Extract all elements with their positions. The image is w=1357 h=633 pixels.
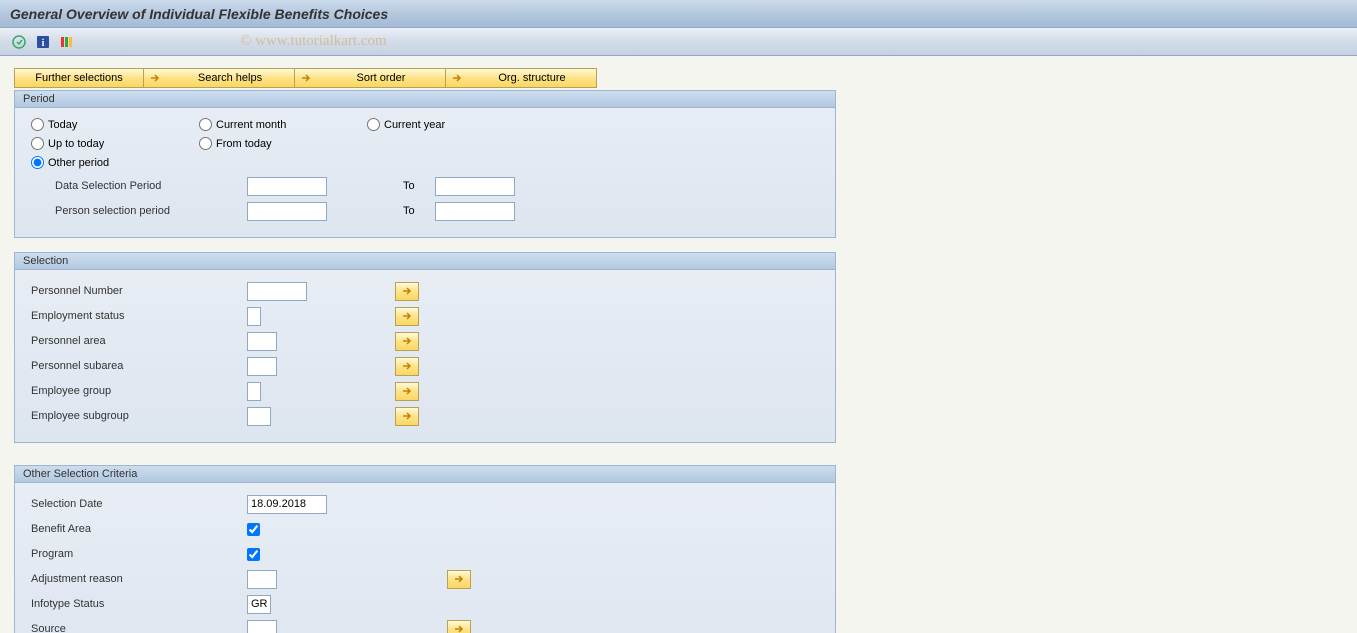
radio-current-year-label: Current year (384, 119, 445, 131)
arrow-right-icon (295, 73, 317, 83)
selection-date-label: Selection Date (27, 498, 247, 510)
radio-current-month[interactable]: Current month (195, 118, 363, 131)
search-helps-button[interactable]: Search helps (144, 68, 295, 88)
further-selections-button[interactable]: Further selections (14, 68, 144, 88)
arrow-right-icon (144, 73, 166, 83)
radio-from-today-label: From today (216, 138, 272, 150)
to-label-2: To (397, 205, 435, 217)
page-title: General Overview of Individual Flexible … (10, 6, 388, 22)
program-checkbox[interactable] (247, 548, 260, 561)
svg-text:i: i (42, 38, 45, 49)
adjustment-reason-multiple-button[interactable] (447, 570, 471, 589)
radio-other-period[interactable]: Other period (27, 156, 195, 169)
employee-group-multiple-button[interactable] (395, 382, 419, 401)
other-criteria-group: Other Selection Criteria Selection Date … (14, 465, 836, 633)
radio-current-month-label: Current month (216, 119, 286, 131)
selections-row: Further selections Search helps Sort ord… (14, 68, 1349, 88)
org-structure-button[interactable]: Org. structure (446, 68, 597, 88)
personnel-area-input[interactable] (247, 332, 277, 351)
radio-other-period-input[interactable] (31, 156, 44, 169)
personnel-number-multiple-button[interactable] (395, 282, 419, 301)
bars-icon[interactable] (58, 33, 76, 51)
employee-subgroup-label: Employee subgroup (27, 410, 247, 422)
source-label: Source (27, 623, 247, 633)
info-icon[interactable]: i (34, 33, 52, 51)
radio-today-label: Today (48, 119, 77, 131)
personnel-area-multiple-button[interactable] (395, 332, 419, 351)
sort-order-button[interactable]: Sort order (295, 68, 446, 88)
execute-icon[interactable] (10, 33, 28, 51)
benefit-area-checkbox[interactable] (247, 523, 260, 536)
personnel-number-label: Personnel Number (27, 285, 247, 297)
radio-current-year[interactable]: Current year (363, 118, 531, 131)
radio-up-to-today-input[interactable] (31, 137, 44, 150)
selection-group: Selection Personnel Number Employment st… (14, 252, 836, 443)
infotype-status-input[interactable] (247, 595, 271, 614)
personnel-subarea-input[interactable] (247, 357, 277, 376)
radio-today[interactable]: Today (27, 118, 195, 131)
employee-group-label: Employee group (27, 385, 247, 397)
radio-current-year-input[interactable] (367, 118, 380, 131)
employee-subgroup-input[interactable] (247, 407, 271, 426)
employee-group-input[interactable] (247, 382, 261, 401)
data-selection-period-label: Data Selection Period (27, 180, 247, 192)
employment-status-multiple-button[interactable] (395, 307, 419, 326)
person-selection-period-label: Person selection period (27, 205, 247, 217)
employee-subgroup-multiple-button[interactable] (395, 407, 419, 426)
to-label: To (397, 180, 435, 192)
benefit-area-label: Benefit Area (27, 523, 247, 535)
adjustment-reason-label: Adjustment reason (27, 573, 247, 585)
data-selection-from-input[interactable] (247, 177, 327, 196)
radio-up-to-today[interactable]: Up to today (27, 137, 195, 150)
period-header: Period (15, 91, 835, 108)
org-structure-label: Org. structure (468, 72, 596, 84)
other-criteria-header: Other Selection Criteria (15, 466, 835, 483)
radio-other-period-label: Other period (48, 157, 109, 169)
employment-status-input[interactable] (247, 307, 261, 326)
program-label: Program (27, 548, 247, 560)
person-selection-to-input[interactable] (435, 202, 515, 221)
personnel-area-label: Personnel area (27, 335, 247, 347)
selection-date-input[interactable] (247, 495, 327, 514)
radio-up-to-today-label: Up to today (48, 138, 104, 150)
radio-current-month-input[interactable] (199, 118, 212, 131)
personnel-subarea-label: Personnel subarea (27, 360, 247, 372)
watermark: © www.tutorialkart.com (240, 33, 387, 50)
period-group: Period Today Current month Current year (14, 90, 836, 238)
source-multiple-button[interactable] (447, 620, 471, 633)
arrow-right-icon (446, 73, 468, 83)
selection-header: Selection (15, 253, 835, 270)
radio-today-input[interactable] (31, 118, 44, 131)
content-area: Further selections Search helps Sort ord… (0, 56, 1357, 633)
source-input[interactable] (247, 620, 277, 633)
toolbar: i © www.tutorialkart.com (0, 28, 1357, 56)
personnel-subarea-multiple-button[interactable] (395, 357, 419, 376)
sort-order-label: Sort order (317, 72, 445, 84)
employment-status-label: Employment status (27, 310, 247, 322)
radio-from-today[interactable]: From today (195, 137, 363, 150)
radio-from-today-input[interactable] (199, 137, 212, 150)
title-bar: General Overview of Individual Flexible … (0, 0, 1357, 28)
further-selections-label: Further selections (35, 72, 122, 84)
search-helps-label: Search helps (166, 72, 294, 84)
data-selection-to-input[interactable] (435, 177, 515, 196)
personnel-number-input[interactable] (247, 282, 307, 301)
infotype-status-label: Infotype Status (27, 598, 247, 610)
adjustment-reason-input[interactable] (247, 570, 277, 589)
person-selection-from-input[interactable] (247, 202, 327, 221)
